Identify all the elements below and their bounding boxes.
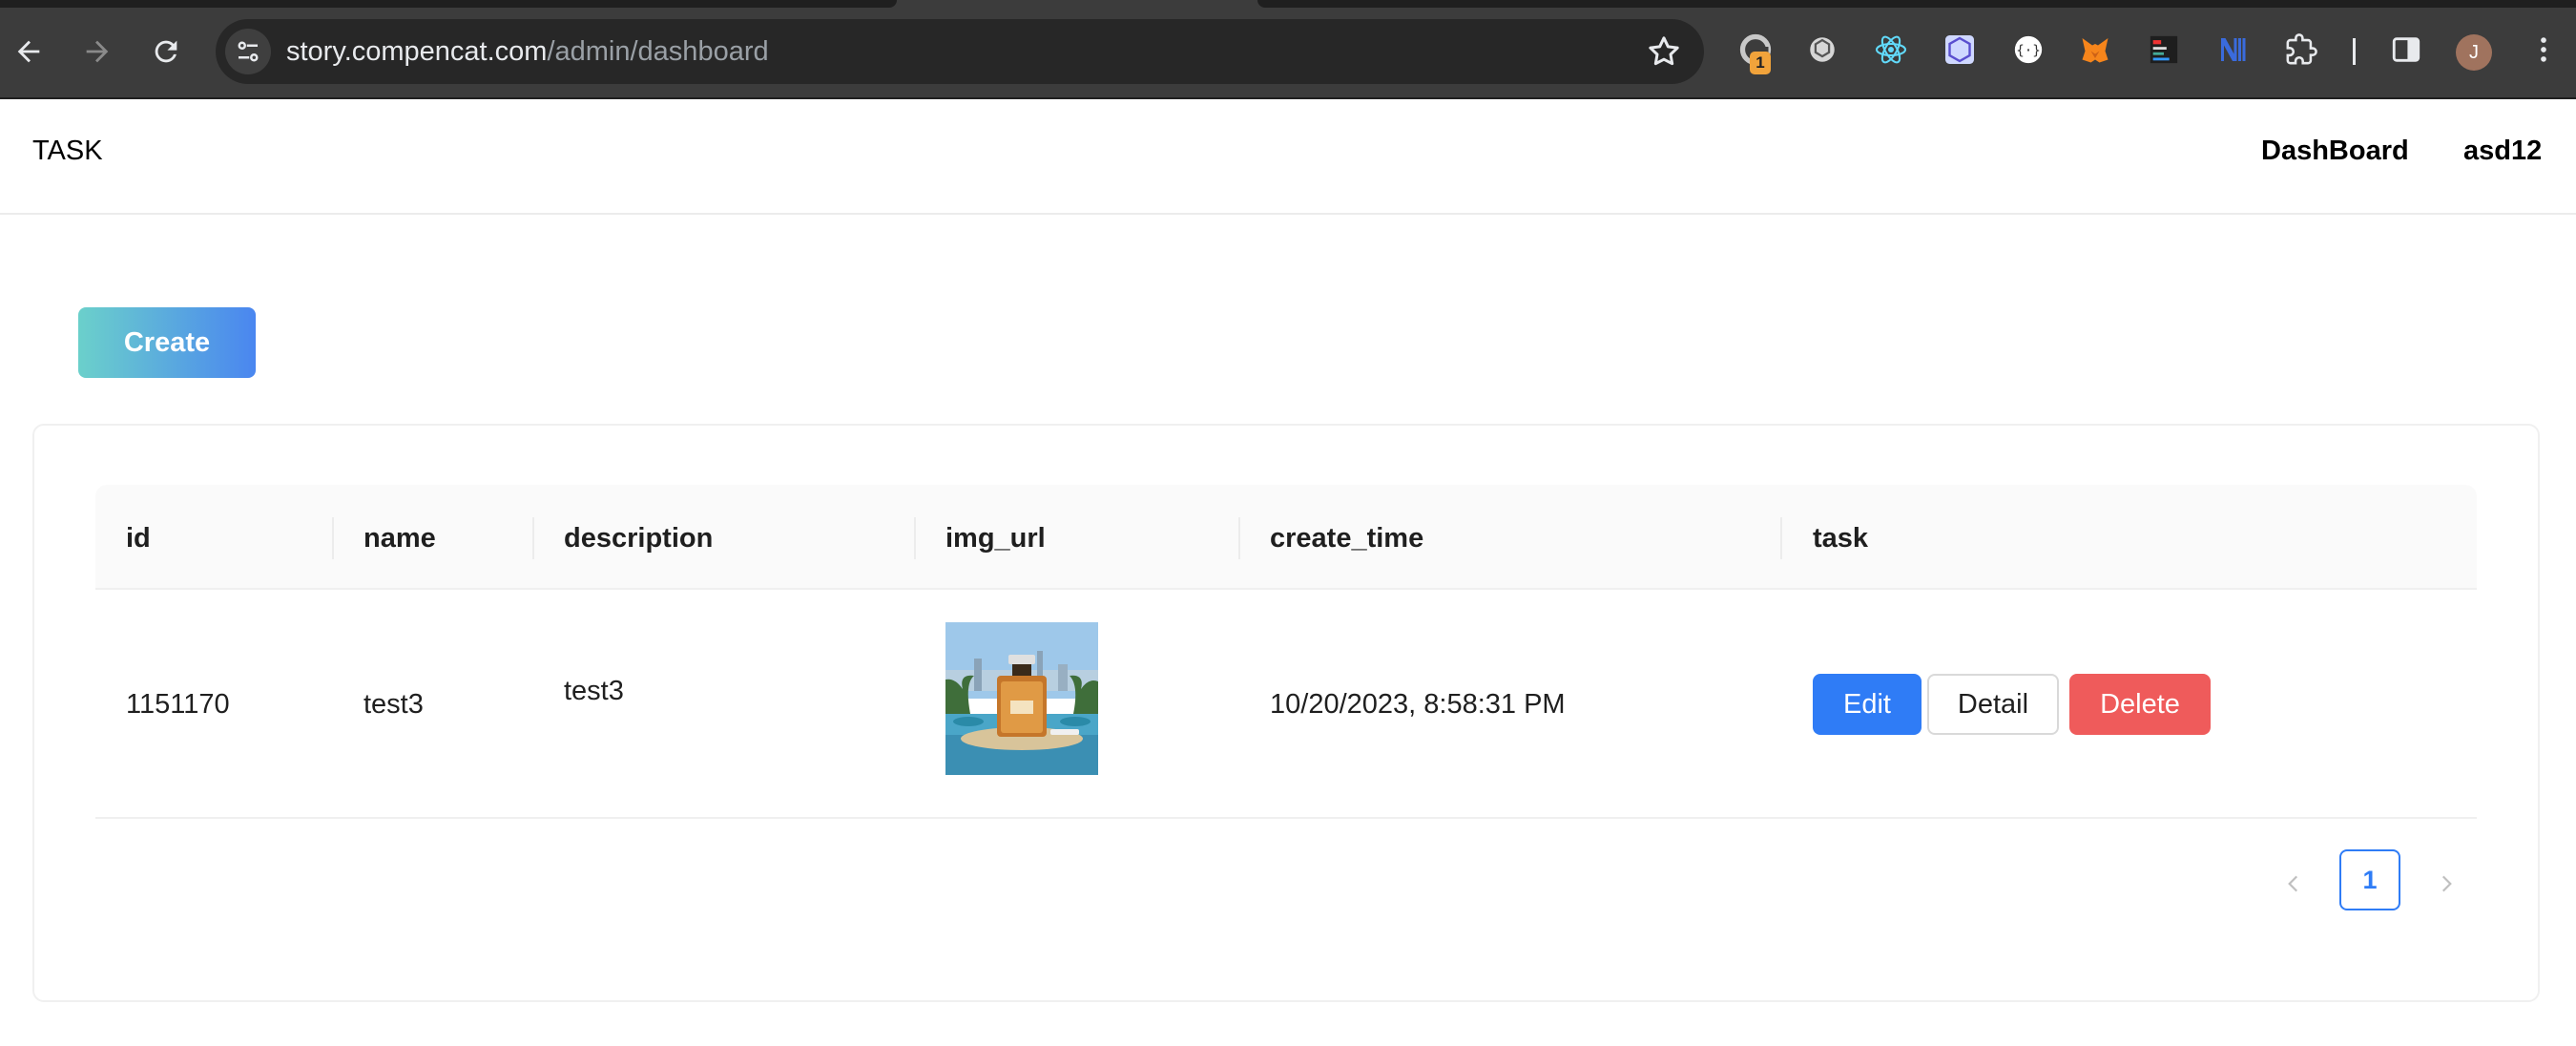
edit-button[interactable]: Edit (1813, 674, 1922, 735)
svg-text:{·}: {·} (2016, 44, 2041, 59)
extension-react-icon[interactable] (1870, 29, 1912, 71)
cell-name: test3 (364, 689, 424, 720)
nav-link-dashboard[interactable]: DashBoard (2261, 136, 2409, 167)
extension-notion-icon[interactable] (2212, 29, 2254, 71)
extension-metamask-icon[interactable] (2074, 29, 2116, 71)
extension-puzzle-icon[interactable] (2280, 29, 2322, 71)
url-host: story.compencat.com (286, 36, 548, 67)
extension-redux-devtools-icon[interactable] (2143, 29, 2185, 71)
forward-arrow-icon[interactable] (73, 27, 122, 76)
column-divider (532, 517, 534, 559)
column-header-task: task (1813, 523, 1869, 554)
back-arrow-icon[interactable] (4, 27, 53, 76)
side-panel-icon[interactable] (2385, 29, 2427, 71)
url-text[interactable]: story.compencat.com/admin/dashboard (286, 36, 769, 67)
url-path: /admin/dashboard (547, 36, 769, 67)
create-button[interactable]: Create (78, 307, 256, 378)
address-bar[interactable]: story.compencat.com/admin/dashboard (216, 19, 1704, 84)
detail-button[interactable]: Detail (1927, 674, 2059, 735)
column-divider (1238, 517, 1240, 559)
column-header-img-url: img_url (945, 523, 1046, 554)
delete-button[interactable]: Delete (2069, 674, 2211, 735)
column-header-name: name (364, 523, 436, 554)
pagination-prev-icon[interactable] (2275, 865, 2313, 903)
column-divider (914, 517, 916, 559)
brand-logo-text[interactable]: TASK (32, 136, 103, 167)
nav-link-user[interactable]: asd12 (2463, 136, 2542, 167)
cell-create-time: 10/20/2023, 8:58:31 PM (1270, 689, 1566, 720)
cell-img-thumbnail[interactable] (945, 622, 1098, 775)
column-divider (1780, 517, 1782, 559)
column-header-create-time: create_time (1270, 523, 1424, 554)
extension-graphql-icon[interactable] (1939, 29, 1981, 71)
table-header: id name description img_url create_time … (95, 485, 2477, 590)
table-row: 1151170 test3 test3 10/20/2023, 8:58:31 … (95, 590, 2477, 819)
site-settings-icon[interactable] (225, 29, 271, 74)
tab-strip (1257, 0, 2576, 8)
column-header-description: description (564, 523, 714, 554)
browser-menu-icon[interactable] (2523, 29, 2565, 71)
tab-strip (0, 0, 897, 8)
extension-openai-icon[interactable] (1801, 29, 1843, 71)
bookmark-star-icon[interactable] (1645, 32, 1683, 71)
pagination-next-icon[interactable] (2427, 865, 2465, 903)
reload-icon[interactable] (141, 27, 191, 76)
cell-id: 1151170 (126, 689, 230, 720)
extension-json-icon[interactable]: {·} (2007, 29, 2049, 71)
column-divider (332, 517, 334, 559)
browser-toolbar: story.compencat.com/admin/dashboard 1 {·… (0, 0, 2576, 99)
toolbar-divider (2353, 38, 2356, 65)
column-header-id: id (126, 523, 151, 554)
profile-avatar[interactable]: J (2456, 34, 2492, 71)
app-header: TASK DashBoard asd12 (0, 99, 2576, 215)
extension-count-badge: 1 (1750, 52, 1771, 74)
cell-description: test3 (564, 676, 624, 706)
pagination-page-1[interactable]: 1 (2339, 849, 2400, 910)
